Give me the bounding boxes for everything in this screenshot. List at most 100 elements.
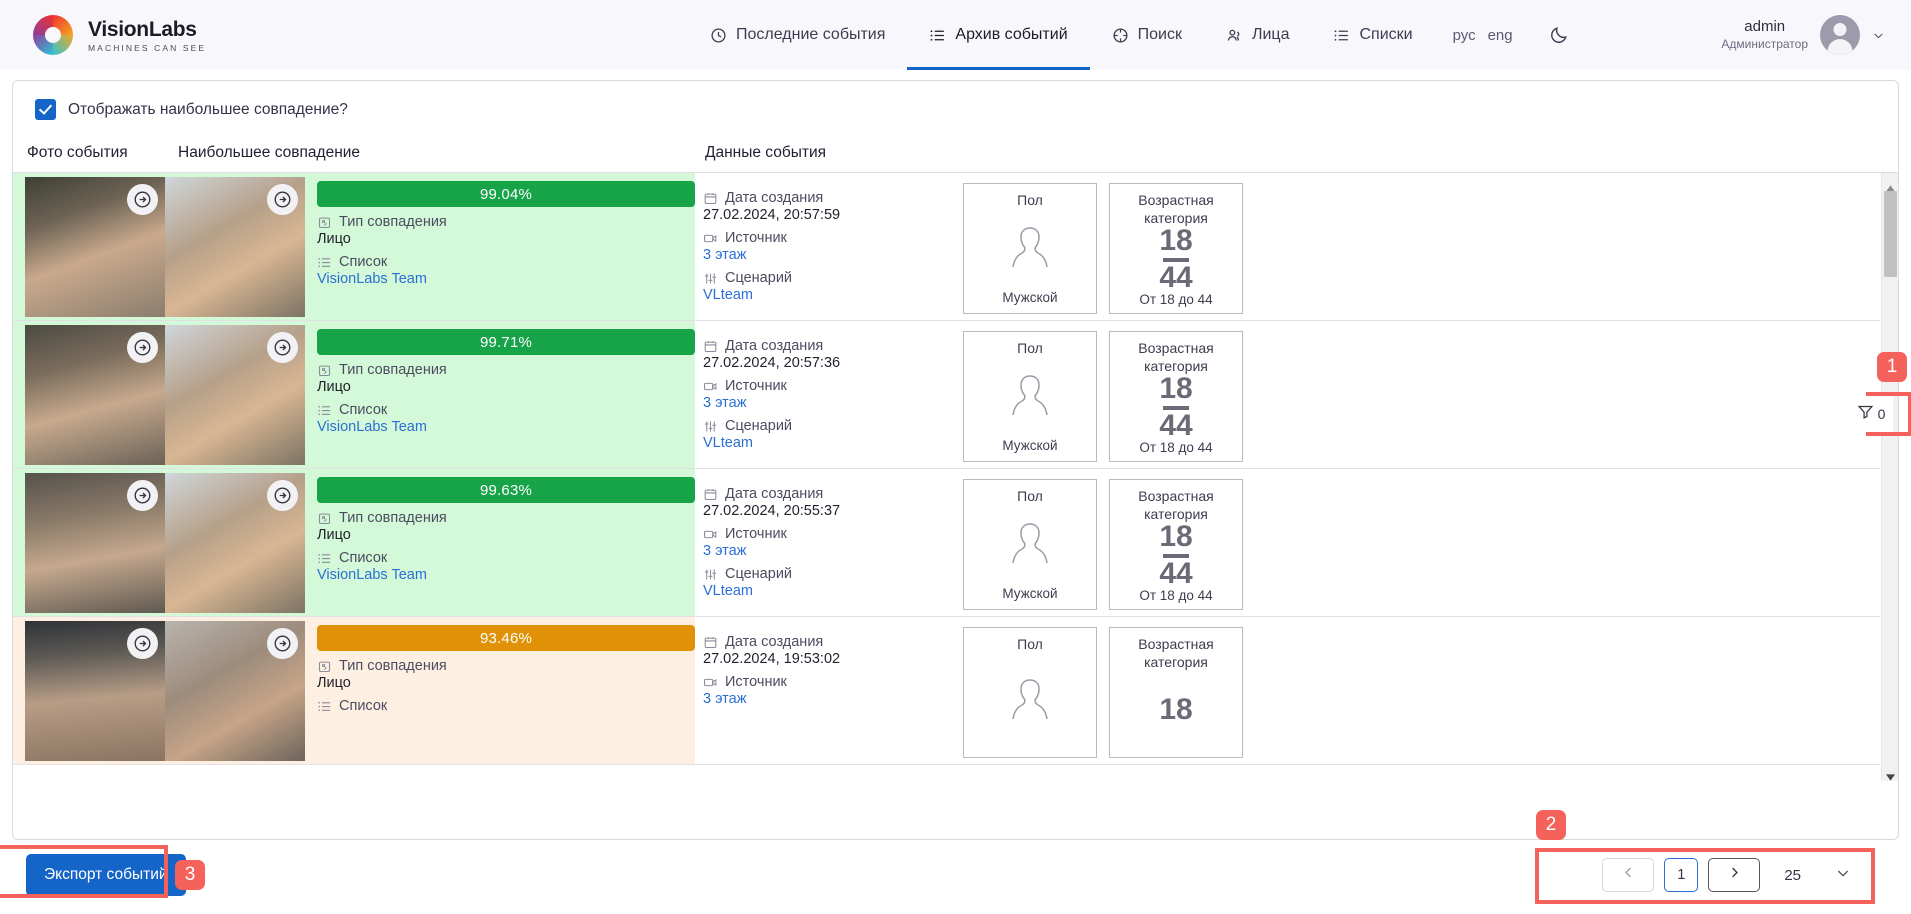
match-score: 99.63%	[317, 477, 695, 503]
nav-item-search[interactable]: Поиск	[1090, 0, 1204, 70]
arrow-right-circle-icon[interactable]	[267, 628, 298, 659]
age-from: 18	[1159, 224, 1193, 257]
pagination-prev-button[interactable]	[1602, 858, 1655, 892]
table-row[interactable]: 99.63% Тип совпадения Лицо Список Vision…	[13, 469, 1880, 617]
scroll-up-icon[interactable]	[1886, 179, 1895, 192]
export-events-button[interactable]: Экспорт событий	[26, 854, 186, 896]
callout-1: 1	[1877, 352, 1907, 382]
source-label: Источник	[725, 526, 787, 542]
event-data-cell: Дата создания 27.02.2024, 20:57:36 Источ…	[695, 321, 1880, 468]
created-at-value: 27.02.2024, 20:57:59	[703, 207, 841, 223]
table-row[interactable]: 99.71% Тип совпадения Лицо Список Vision…	[13, 321, 1880, 469]
age-card: Возрастная категория 18 44 От 18 до 44	[1109, 479, 1243, 610]
show-best-match-checkbox[interactable]	[35, 99, 56, 120]
source-value[interactable]: 3 этаж	[703, 691, 963, 707]
match-photo[interactable]	[165, 473, 305, 613]
brand-name: VisionLabs	[88, 17, 197, 41]
created-at-label: Дата создания	[725, 634, 824, 650]
arrow-right-circle-icon[interactable]	[267, 480, 298, 511]
source-value[interactable]: 3 этаж	[703, 395, 963, 411]
camera-icon	[703, 379, 718, 394]
gender-card: Пол Мужской	[963, 183, 1097, 314]
scenario-label: Сценарий	[725, 270, 793, 286]
scenario-label: Сценарий	[725, 418, 793, 434]
scenario-field: Сценарий VLteam	[703, 270, 963, 303]
callout-2: 2	[1536, 810, 1566, 840]
event-photo[interactable]	[25, 473, 165, 613]
user-menu[interactable]: admin Администратор	[1721, 0, 1885, 70]
source-value[interactable]: 3 этаж	[703, 543, 963, 559]
nav-item-event-archive[interactable]: Архив событий	[907, 0, 1090, 70]
event-photo-cell	[13, 469, 165, 616]
match-type-value: Лицо	[317, 379, 351, 395]
age-card: Возрастная категория 18 44 От 18 до 44	[1109, 331, 1243, 462]
moon-icon[interactable]	[1549, 25, 1569, 45]
best-match-cell: 99.71% Тип совпадения Лицо Список Vision…	[165, 321, 695, 468]
source-value[interactable]: 3 этаж	[703, 247, 963, 263]
event-photo[interactable]	[25, 325, 165, 465]
list-field: Список	[317, 698, 695, 714]
match-photo[interactable]	[165, 177, 305, 317]
match-type-icon	[317, 215, 332, 230]
match-type-label: Тип совпадения	[339, 658, 447, 674]
age-title: Возрастная категория	[1138, 340, 1214, 374]
list-field: Список VisionLabs Team	[317, 254, 695, 287]
scrollbar-thumb[interactable]	[1884, 191, 1897, 277]
column-header-photo: Фото события	[27, 144, 128, 161]
scenario-value[interactable]: VLteam	[703, 435, 963, 451]
language-en[interactable]: eng	[1488, 27, 1513, 44]
nav-label: Последние события	[736, 26, 886, 43]
nav-item-lists[interactable]: Списки	[1311, 0, 1434, 70]
scenario-value[interactable]: VLteam	[703, 287, 963, 303]
table-row[interactable]: 99.04% Тип совпадения Лицо Список Vision…	[13, 173, 1880, 321]
camera-icon	[703, 231, 718, 246]
language-ru[interactable]: рус	[1453, 27, 1476, 44]
match-photo[interactable]	[165, 621, 305, 761]
filter-count: 0	[1877, 406, 1886, 422]
arrow-right-circle-icon[interactable]	[127, 480, 158, 511]
arrow-right-circle-icon[interactable]	[267, 184, 298, 215]
nav-item-recent-events[interactable]: Последние события	[688, 0, 907, 70]
list-value[interactable]: VisionLabs Team	[317, 419, 695, 435]
scenario-value[interactable]: VLteam	[703, 583, 963, 599]
pagination-current-page[interactable]: 1	[1664, 858, 1699, 892]
table-row[interactable]: 93.46% Тип совпадения Лицо Список Дата с…	[13, 617, 1880, 765]
arrow-right-circle-icon[interactable]	[267, 332, 298, 363]
chevron-down-icon[interactable]	[1872, 29, 1885, 42]
calendar-icon	[703, 487, 718, 502]
event-photo[interactable]	[25, 621, 165, 761]
gender-title: Пол	[1017, 488, 1043, 504]
scenario-field: Сценарий VLteam	[703, 566, 963, 599]
page-size-select[interactable]: 25	[1784, 865, 1851, 885]
match-score: 93.46%	[317, 625, 695, 651]
arrow-right-circle-icon[interactable]	[127, 332, 158, 363]
list-archive-icon	[929, 27, 946, 44]
page-body: Отображать наибольшее совпадение? Фото с…	[0, 70, 1911, 914]
event-data-cell: Дата создания 27.02.2024, 19:53:02 Источ…	[695, 617, 1880, 764]
show-best-match-label: Отображать наибольшее совпадение?	[68, 100, 348, 118]
source-field: Источник 3 этаж	[703, 230, 963, 263]
created-at-field: Дата создания 27.02.2024, 20:57:36	[703, 338, 963, 371]
filter-toggle[interactable]: 0	[1849, 396, 1893, 432]
event-photo-cell	[13, 173, 165, 320]
arrow-right-circle-icon[interactable]	[127, 184, 158, 215]
rows-scrollbar[interactable]	[1881, 173, 1898, 781]
scroll-down-icon[interactable]	[1886, 768, 1895, 781]
nav-label: Лица	[1251, 26, 1290, 43]
created-at-field: Дата создания 27.02.2024, 20:57:59	[703, 190, 963, 223]
event-photo-cell	[13, 617, 165, 764]
callout-3: 3	[175, 860, 205, 890]
target-search-icon	[1112, 27, 1129, 44]
list-icon	[317, 403, 332, 418]
sliders-icon	[703, 567, 718, 582]
list-value[interactable]: VisionLabs Team	[317, 271, 695, 287]
gender-card: Пол Мужской	[963, 479, 1097, 610]
match-details: 99.04% Тип совпадения Лицо Список Vision…	[305, 173, 695, 320]
arrow-right-circle-icon[interactable]	[127, 628, 158, 659]
event-photo[interactable]	[25, 177, 165, 317]
match-photo[interactable]	[165, 325, 305, 465]
nav-item-faces[interactable]: Лица	[1204, 0, 1312, 70]
list-value[interactable]: VisionLabs Team	[317, 567, 695, 583]
pagination-next-button[interactable]	[1708, 858, 1761, 892]
brand[interactable]: VisionLabs MACHINES CAN SEE	[32, 14, 206, 56]
